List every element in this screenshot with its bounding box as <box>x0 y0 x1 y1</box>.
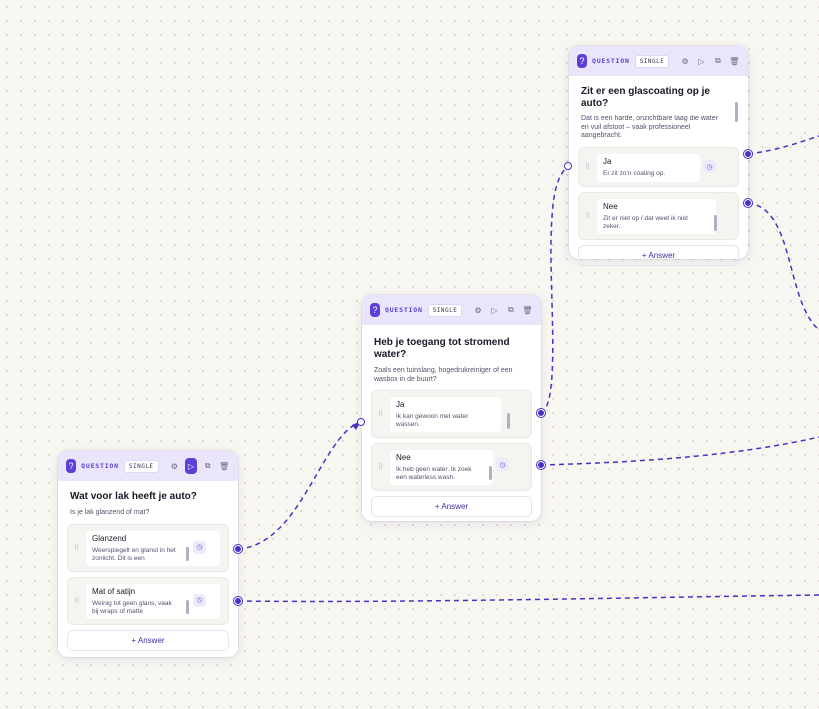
question-description[interactable]: Dat is een harde, onzichtbare laag die w… <box>581 115 739 141</box>
question-node-coating[interactable]: ? QUESTION SINGLE ⚙ ▷ ⧉ 🗑 Zit er een gla… <box>569 46 748 266</box>
duplicate-icon[interactable]: ⧉ <box>712 53 723 69</box>
description-scrollbar[interactable] <box>714 215 717 231</box>
answer-label[interactable]: Nee <box>396 453 487 462</box>
answer-description[interactable]: Weinig tot geen glans, vaak bij wraps of… <box>92 600 188 616</box>
description-scrollbar[interactable] <box>507 413 510 429</box>
question-title[interactable]: Zit er een glascoating op je auto? <box>581 86 739 110</box>
edge-mat-offscreen <box>237 594 819 603</box>
answer-option[interactable]: ⠿ Ja Ik kan gewoon met water wassen. <box>371 390 532 438</box>
input-port-water[interactable] <box>357 418 365 426</box>
settings-gear-icon[interactable]: ⚙ <box>679 53 690 69</box>
drag-handle-icon[interactable]: ⠿ <box>585 163 590 171</box>
output-port-water-ja[interactable] <box>537 409 545 417</box>
question-description[interactable]: Is je lak glanzend of mat? <box>70 509 229 518</box>
trash-icon[interactable]: 🗑 <box>729 53 740 69</box>
answer-description[interactable]: Ik kan gewoon met water wassen. <box>396 413 495 429</box>
question-title[interactable]: Wat voor lak heeft je auto? <box>70 491 229 503</box>
add-answer-button[interactable]: + Answer <box>67 629 229 651</box>
node-type-label: QUESTION <box>81 462 119 470</box>
edge-water-ja-to-coating <box>540 167 567 414</box>
node-type-label: QUESTION <box>384 306 423 314</box>
play-icon[interactable]: ▷ <box>489 302 500 318</box>
drag-handle-icon[interactable]: ⠿ <box>74 597 79 605</box>
edge-water-nee-offscreen <box>540 436 819 466</box>
output-port-coating-nee[interactable] <box>744 199 752 207</box>
selection-mode-badge: SINGLE <box>123 459 159 473</box>
settings-gear-icon[interactable]: ⚙ <box>169 458 181 474</box>
question-node-paint[interactable]: ? QUESTION SINGLE ⚙ ▷ ⧉ 🗑 Wat voor lak h… <box>58 451 238 657</box>
answer-description[interactable]: Er zit zo’n coating op. <box>603 170 694 179</box>
trash-icon[interactable]: 🗑 <box>218 458 230 474</box>
answer-label[interactable]: Nee <box>603 202 710 211</box>
add-answer-button[interactable]: + Answer <box>371 496 532 517</box>
add-answer-button[interactable]: + Answer <box>578 245 739 266</box>
output-port-water-nee[interactable] <box>537 461 545 469</box>
output-port-coating-ja[interactable] <box>744 150 752 158</box>
duplicate-icon[interactable]: ⧉ <box>202 458 214 474</box>
answer-label[interactable]: Ja <box>603 157 694 166</box>
drag-handle-icon[interactable]: ⠿ <box>378 463 383 471</box>
condition-icon[interactable]: ◷ <box>703 160 716 173</box>
node-header[interactable]: ? QUESTION SINGLE ⚙ ▷ ⧉ 🗑 <box>362 295 541 325</box>
settings-gear-icon[interactable]: ⚙ <box>472 302 483 318</box>
description-scrollbar-thumb[interactable] <box>735 102 738 122</box>
node-header[interactable]: ? QUESTION SINGLE ⚙ ▷ ⧉ 🗑 <box>58 451 238 481</box>
edge-coating-nee-offscreen <box>747 202 819 331</box>
condition-icon[interactable]: ◷ <box>193 593 206 607</box>
answer-option[interactable]: ⠿ Mat of satijn Weinig tot geen glans, v… <box>67 576 229 625</box>
question-type-icon: ? <box>370 303 380 317</box>
duplicate-icon[interactable]: ⧉ <box>505 302 516 318</box>
node-type-label: QUESTION <box>591 57 630 65</box>
output-port-mat[interactable] <box>234 597 242 605</box>
question-node-water[interactable]: ? QUESTION SINGLE ⚙ ▷ ⧉ 🗑 Heb je toegang… <box>362 295 541 521</box>
node-header[interactable]: ? QUESTION SINGLE ⚙ ▷ ⧉ 🗑 <box>569 46 748 76</box>
selection-mode-badge: SINGLE <box>634 54 670 68</box>
description-scrollbar[interactable] <box>186 546 189 561</box>
question-type-icon: ? <box>66 459 77 473</box>
answer-description[interactable]: Zit er niet op / dat weet ik niet zeker. <box>603 215 707 231</box>
question-title[interactable]: Heb je toegang tot stromend water? <box>374 337 532 361</box>
play-icon[interactable]: ▷ <box>185 458 197 474</box>
drag-handle-icon[interactable]: ⠿ <box>585 212 590 220</box>
output-port-glanzend[interactable] <box>234 545 242 553</box>
input-port-coating[interactable] <box>564 162 572 170</box>
drag-handle-icon[interactable]: ⠿ <box>74 544 79 552</box>
play-icon[interactable]: ▷ <box>696 53 707 69</box>
condition-icon[interactable]: ◷ <box>496 458 509 471</box>
answer-option[interactable]: ⠿ Nee Ik heb geen water. Ik zoek een wat… <box>371 443 532 491</box>
answer-label[interactable]: Ja <box>396 400 495 409</box>
selection-mode-badge: SINGLE <box>427 303 463 317</box>
answer-option[interactable]: ⠿ Glanzend Weerspiegelt en glanst in het… <box>67 523 229 572</box>
drag-handle-icon[interactable]: ⠿ <box>378 410 383 418</box>
edge-glanzend-to-water <box>237 422 359 550</box>
description-scrollbar[interactable] <box>186 599 189 614</box>
trash-icon[interactable]: 🗑 <box>522 302 533 318</box>
answer-option[interactable]: ⠿ Nee Zit er niet op / dat weet ik niet … <box>578 192 739 240</box>
description-scrollbar[interactable] <box>489 466 492 480</box>
question-type-icon: ? <box>577 54 587 68</box>
answer-description[interactable]: Ik heb geen water. Ik zoek een waterless… <box>396 466 487 482</box>
answer-option[interactable]: ⠿ Ja Er zit zo’n coating op. ◷ <box>578 147 739 187</box>
question-description[interactable]: Zoals een tuinslang, hogedrukreiniger of… <box>374 367 532 384</box>
edge-coating-ja-offscreen <box>747 135 819 155</box>
condition-icon[interactable]: ◷ <box>193 540 206 554</box>
answer-description[interactable]: Weerspiegelt en glanst in het zonlicht. … <box>92 547 188 563</box>
